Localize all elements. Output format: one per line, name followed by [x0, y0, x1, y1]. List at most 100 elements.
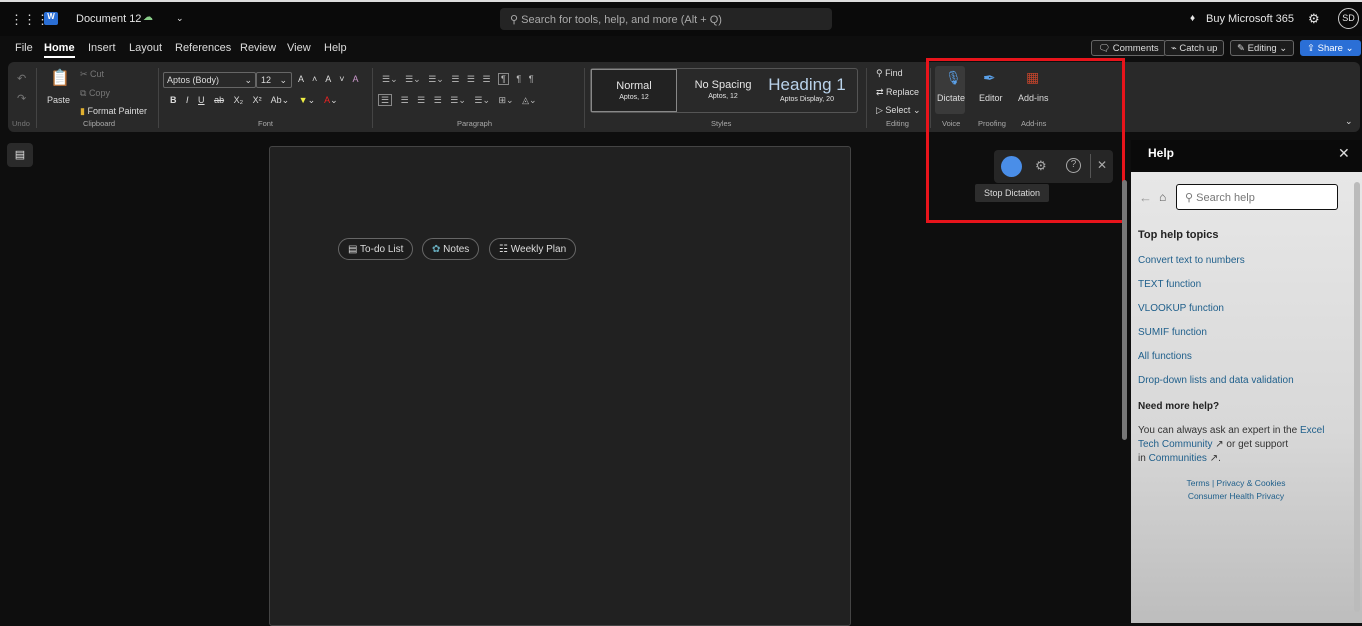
settings-icon[interactable]: ⚙	[1308, 11, 1320, 27]
tab-insert[interactable]: Insert	[88, 42, 116, 54]
chip-label: To-do List	[360, 244, 404, 255]
home-icon[interactable]: ⌂	[1159, 190, 1166, 204]
find-button[interactable]: ⚲ Find	[876, 68, 903, 79]
tab-layout[interactable]: Layout	[129, 42, 162, 54]
consumer-health-link[interactable]: Consumer Health Privacy	[1188, 491, 1284, 501]
paragraph-group-label: Paragraph	[457, 119, 493, 128]
align-buttons[interactable]: ☰ ☰ ☰ ☰ ☰⌄ ☰⌄ ⊞⌄ ◬⌄	[378, 94, 537, 106]
tab-help[interactable]: Help	[324, 42, 347, 54]
document-scrollbar[interactable]	[1122, 180, 1127, 440]
cut-label: Cut	[90, 69, 105, 79]
undo-icon[interactable]: ↶	[17, 72, 26, 85]
copy-button[interactable]: ⧉ Copy	[80, 88, 110, 99]
style-name: Normal	[616, 80, 652, 92]
weekly-plan-chip[interactable]: ☷ Weekly Plan	[489, 238, 577, 260]
editing-label: Editing	[1247, 43, 1277, 54]
topic-link[interactable]: Drop-down lists and data validation	[1138, 375, 1294, 386]
ribbon-collapse-icon[interactable]: ⌄	[1345, 116, 1353, 127]
style-sub: Aptos Display, 20	[780, 96, 834, 103]
comments-button[interactable]: 🗨 Comments	[1091, 40, 1166, 56]
paste-icon[interactable]: 📋	[50, 68, 70, 88]
top-topics-heading: Top help topics	[1138, 229, 1219, 241]
redo-icon[interactable]: ↷	[17, 92, 26, 105]
font-size-value: 12	[261, 75, 272, 85]
style-name: Heading 1	[768, 75, 846, 94]
help-search-placeholder: Search help	[1196, 192, 1255, 204]
paste-button[interactable]: Paste	[47, 95, 70, 105]
copy-label: Copy	[88, 88, 110, 98]
text: in	[1138, 453, 1146, 464]
style-name: No Spacing	[694, 79, 752, 91]
cut-button[interactable]: ✂ Cut	[80, 69, 104, 80]
communities-link[interactable]: Communities	[1149, 453, 1207, 464]
style-heading-1[interactable]: Heading 1 Aptos Display, 20	[765, 69, 849, 112]
catch-up-button[interactable]: ⌁ Catch up	[1164, 40, 1225, 56]
word-logo-icon: W	[44, 12, 58, 25]
tab-home[interactable]: Home	[44, 42, 75, 58]
text: or get support	[1223, 439, 1289, 450]
privacy-link[interactable]: Privacy & Cookies	[1217, 478, 1286, 488]
close-help-icon[interactable]: ✕	[1338, 145, 1350, 162]
font-name-select[interactable]: Aptos (Body) ⌄	[163, 72, 256, 88]
tab-view[interactable]: View	[287, 42, 311, 54]
replace-button[interactable]: ⇄ Replace	[876, 87, 919, 98]
notes-icon: ✿	[432, 244, 441, 255]
style-normal[interactable]: Normal Aptos, 12	[591, 69, 677, 112]
brush-icon: ▮	[80, 106, 85, 116]
search-box[interactable]: ⚲ Search for tools, help, and more (Alt …	[500, 8, 832, 30]
format-painter-button[interactable]: ▮ Format Painter	[80, 106, 147, 117]
document-title[interactable]: Document 12	[76, 13, 141, 25]
select-button[interactable]: ▷ Select ⌄	[876, 105, 920, 116]
chevron-down-icon[interactable]: ⌄	[176, 13, 184, 24]
font-size-select[interactable]: 12 ⌄	[256, 72, 292, 88]
todo-list-chip[interactable]: ▤ To-do List	[338, 238, 414, 260]
navigation-pane-button[interactable]: ▤	[7, 143, 33, 167]
share-label: Share	[1317, 43, 1343, 54]
catch-up-label: Catch up	[1179, 43, 1218, 54]
clipboard-group-label: Clipboard	[83, 119, 116, 128]
highlight-box	[926, 58, 1125, 223]
text: You can always ask an expert in the	[1138, 425, 1298, 436]
tab-references[interactable]: References	[175, 42, 231, 54]
tab-file[interactable]: File	[15, 42, 33, 54]
font-style-buttons[interactable]: B I U ab X₂ X² Ab⌄ ▼⌄ A⌄	[170, 95, 338, 106]
search-icon: ⚲	[1185, 192, 1197, 204]
font-name-value: Aptos (Body)	[167, 75, 220, 85]
select-label: Select	[885, 105, 911, 115]
font-group-label: Font	[258, 119, 274, 128]
format-painter-label: Format Painter	[87, 106, 147, 116]
more-help-text: You can always ask an expert in the Exce…	[1138, 425, 1325, 464]
excel-link[interactable]: Excel	[1300, 425, 1324, 436]
tab-review[interactable]: Review	[240, 42, 276, 54]
topic-link[interactable]: VLOOKUP function	[1138, 303, 1224, 314]
style-no-spacing[interactable]: No Spacing Aptos, 12	[681, 69, 765, 112]
need-more-help-heading: Need more help?	[1138, 401, 1220, 412]
search-placeholder: Search for tools, help, and more (Alt + …	[521, 14, 722, 26]
editing-group-label: Editing	[886, 119, 909, 128]
share-button[interactable]: ⇪ Share ⌄	[1300, 40, 1361, 56]
avatar[interactable]: SD	[1338, 8, 1359, 29]
replace-label: Replace	[886, 87, 920, 97]
topic-link[interactable]: SUMIF function	[1138, 327, 1207, 338]
undo-group-label: Undo	[12, 119, 30, 128]
font-format-icons[interactable]: A˄A˅A	[298, 74, 367, 84]
styles-gallery: Normal Aptos, 12 No Spacing Aptos, 12 Head…	[590, 68, 858, 113]
help-scrollbar[interactable]	[1354, 182, 1360, 612]
document-page[interactable]	[269, 146, 851, 626]
list-buttons[interactable]: ☰⌄ ☰⌄ ☰⌄ ☰ ☰ ☰ ¶ ¶ ¶	[382, 73, 534, 85]
tech-community-link[interactable]: Tech Community	[1138, 439, 1212, 450]
notes-chip[interactable]: ✿ Notes	[422, 238, 480, 260]
topic-link[interactable]: Convert text to numbers	[1138, 255, 1245, 266]
topic-link[interactable]: TEXT function	[1138, 279, 1201, 290]
style-sub: Aptos, 12	[619, 94, 649, 101]
find-label: Find	[885, 68, 903, 78]
help-search-input[interactable]: ⚲ Search help	[1176, 184, 1338, 210]
terms-link[interactable]: Terms	[1186, 478, 1209, 488]
topic-link[interactable]: All functions	[1138, 351, 1192, 362]
editing-mode-button[interactable]: ✎ Editing ⌄	[1230, 40, 1295, 56]
help-title: Help	[1148, 146, 1175, 160]
help-footer: Terms | Privacy & Cookies Consumer Healt…	[1186, 478, 1286, 501]
back-icon[interactable]: ←	[1139, 190, 1152, 205]
buy-microsoft-link[interactable]: Buy Microsoft 365	[1206, 13, 1294, 25]
chip-label: Notes	[443, 244, 470, 255]
